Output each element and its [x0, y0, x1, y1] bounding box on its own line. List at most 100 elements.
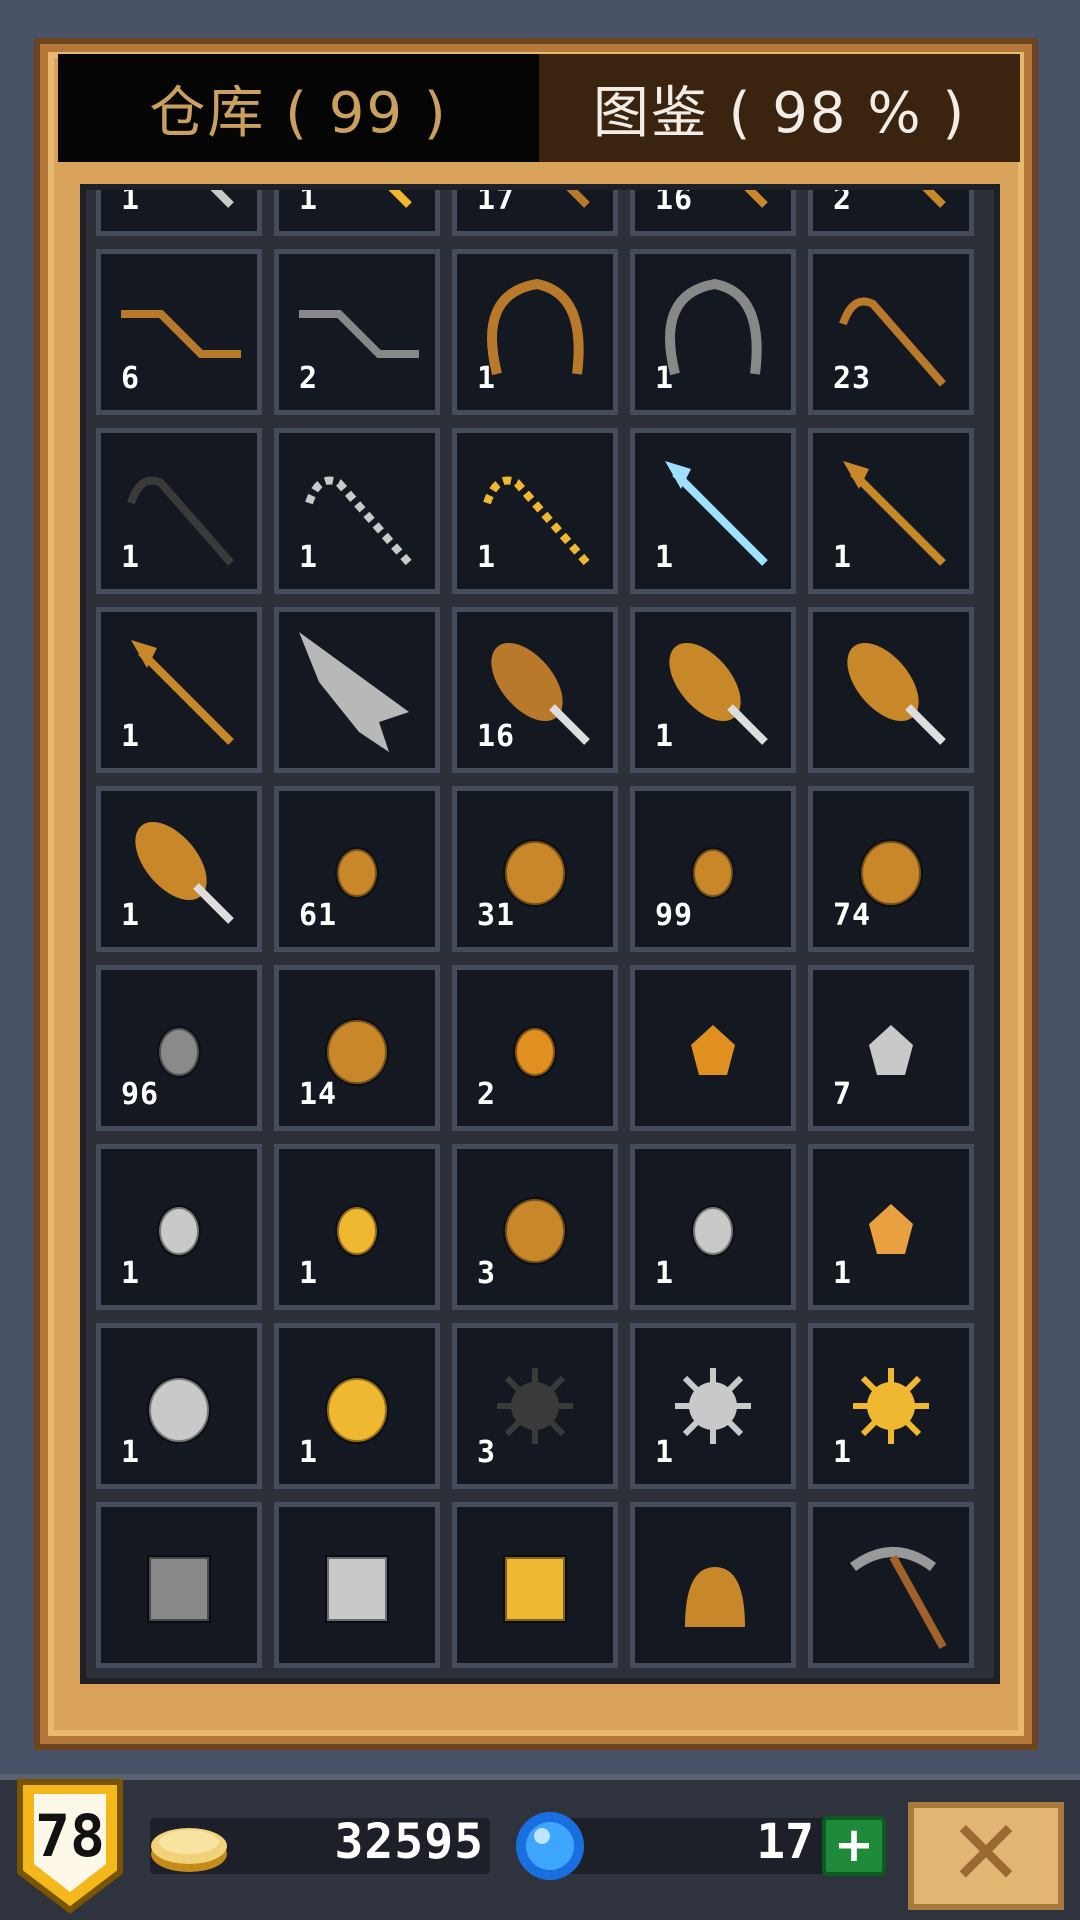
inventory-slot[interactable]: 1	[808, 428, 974, 594]
inventory-slot[interactable]: 1	[274, 1144, 440, 1310]
inventory-slot[interactable]: 1	[274, 184, 440, 236]
silver-armor-icon	[325, 1555, 389, 1623]
bottom-bar: 78 32595 17 + ✕	[0, 1774, 1080, 1920]
inventory-slot[interactable]: 6	[96, 249, 262, 415]
iron-armor-icon	[147, 1555, 211, 1623]
gold-amount: 32595	[334, 1814, 484, 1870]
inventory-slot[interactable]: 1	[452, 249, 618, 415]
inventory-slot[interactable]	[452, 1502, 618, 1668]
item-count: 1	[655, 1256, 675, 1291]
item-count: 1	[477, 540, 497, 575]
item-count: 1	[299, 1435, 319, 1470]
tab-storage[interactable]: 仓库 ( 99 )	[58, 54, 539, 162]
inventory-slot[interactable]: 1	[96, 786, 262, 952]
item-count: 1	[477, 361, 497, 396]
inventory-slot[interactable]	[274, 1502, 440, 1668]
inventory-slot[interactable]: 96	[96, 965, 262, 1131]
orange-gem-icon	[691, 1025, 735, 1075]
gold-armor-icon	[503, 1555, 567, 1623]
inventory-slot[interactable]: 16	[630, 184, 796, 236]
inventory-slot[interactable]: 1	[808, 1323, 974, 1489]
inventory-slot[interactable]: 1	[96, 607, 262, 773]
item-count: 1	[121, 184, 141, 217]
inventory-slot[interactable]: 1	[630, 1144, 796, 1310]
inventory-slot[interactable]	[808, 607, 974, 773]
gem-amount: 17	[756, 1814, 814, 1870]
item-count: 16	[655, 184, 694, 217]
inventory-slot[interactable]	[630, 1502, 796, 1668]
item-count: 74	[833, 898, 872, 933]
item-count: 99	[655, 898, 694, 933]
item-count: 1	[299, 1256, 319, 1291]
inventory-slot[interactable]	[274, 607, 440, 773]
large-club-icon	[847, 642, 946, 745]
item-count: 1	[121, 540, 141, 575]
inventory-slot[interactable]	[808, 1502, 974, 1668]
inventory-slot[interactable]: 99	[630, 786, 796, 952]
inventory-slot[interactable]: 1	[452, 428, 618, 594]
item-count: 2	[299, 361, 319, 396]
bronze-helmet-icon	[685, 1567, 745, 1627]
inventory-slot[interactable]: 1	[808, 1144, 974, 1310]
inventory-slot[interactable]: 74	[808, 786, 974, 952]
inventory-slot[interactable]: 2	[808, 184, 974, 236]
inventory-slot[interactable]: 61	[274, 786, 440, 952]
inventory-slot[interactable]: 3	[452, 1144, 618, 1310]
item-count: 1	[121, 1435, 141, 1470]
item-count: 1	[655, 719, 675, 754]
item-count: 7	[833, 1077, 853, 1112]
blue-gem-icon	[516, 1812, 584, 1880]
item-count: 3	[477, 1435, 497, 1470]
gold-coin-stack-icon	[151, 1828, 227, 1872]
inventory-grid: 1 1 17 16 2 6 2 1 1 23 1 1 1 1 1 1 16 1 1 61 31 99 74 96 14 2 7 1 1 3…	[96, 184, 974, 1668]
inventory-slot[interactable]: 3	[452, 1323, 618, 1489]
item-count: 1	[833, 1435, 853, 1470]
stone-arrowhead-icon	[299, 632, 409, 752]
inventory-slot[interactable]: 16	[452, 607, 618, 773]
inventory-slot[interactable]: 1	[630, 607, 796, 773]
level-value: 78	[35, 1802, 105, 1870]
inventory-slot[interactable]: 1	[96, 1144, 262, 1310]
item-count: 6	[121, 361, 141, 396]
item-count: 16	[477, 719, 516, 754]
item-count: 3	[477, 1256, 497, 1291]
item-count: 1	[121, 898, 141, 933]
item-count: 1	[121, 719, 141, 754]
pickaxe-icon	[850, 1547, 947, 1649]
inventory-slot[interactable]: 17	[452, 190, 618, 236]
close-button[interactable]: ✕	[908, 1802, 1064, 1910]
item-count: 23	[833, 361, 872, 396]
inventory-slot[interactable]: 23	[808, 249, 974, 415]
item-count: 1	[655, 361, 675, 396]
inventory-grid-panel[interactable]: 1 1 17 16 2 6 2 1 1 23 1 1 1 1 1 1 16 1 1 61 31 99 74 96 14 2 7 1 1 3…	[80, 184, 1000, 1684]
item-count: 61	[299, 898, 338, 933]
item-count: 96	[121, 1077, 160, 1112]
item-count: 1	[299, 540, 319, 575]
item-count: 1	[655, 540, 675, 575]
inventory-slot[interactable]: 14	[274, 965, 440, 1131]
inventory-slot[interactable]: 1	[274, 428, 440, 594]
inventory-slot[interactable]: 7	[808, 965, 974, 1131]
item-count: 1	[833, 1256, 853, 1291]
inventory-slot[interactable]	[96, 1502, 262, 1668]
item-count: 31	[477, 898, 516, 933]
inventory-slot[interactable]: 1	[96, 1323, 262, 1489]
item-count: 1	[299, 184, 319, 217]
tab-collection[interactable]: 图鉴 ( 98 % )	[539, 54, 1020, 162]
item-count: 1	[655, 1435, 675, 1470]
inventory-slot[interactable]: 1	[96, 428, 262, 594]
item-count: 2	[477, 1077, 497, 1112]
inventory-slot[interactable]: 1	[96, 184, 262, 236]
item-count: 1	[833, 540, 853, 575]
inventory-slot[interactable]: 1	[630, 249, 796, 415]
inventory-slot[interactable]: 1	[274, 1323, 440, 1489]
item-count: 14	[299, 1077, 338, 1112]
inventory-slot[interactable]	[630, 965, 796, 1131]
inventory-slot[interactable]: 31	[452, 786, 618, 952]
inventory-slot[interactable]: 1	[630, 428, 796, 594]
add-gems-button[interactable]: +	[822, 1816, 886, 1876]
item-count: 2	[833, 184, 853, 217]
inventory-slot[interactable]: 1	[630, 1323, 796, 1489]
inventory-slot[interactable]: 2	[452, 965, 618, 1131]
inventory-slot[interactable]: 2	[274, 249, 440, 415]
